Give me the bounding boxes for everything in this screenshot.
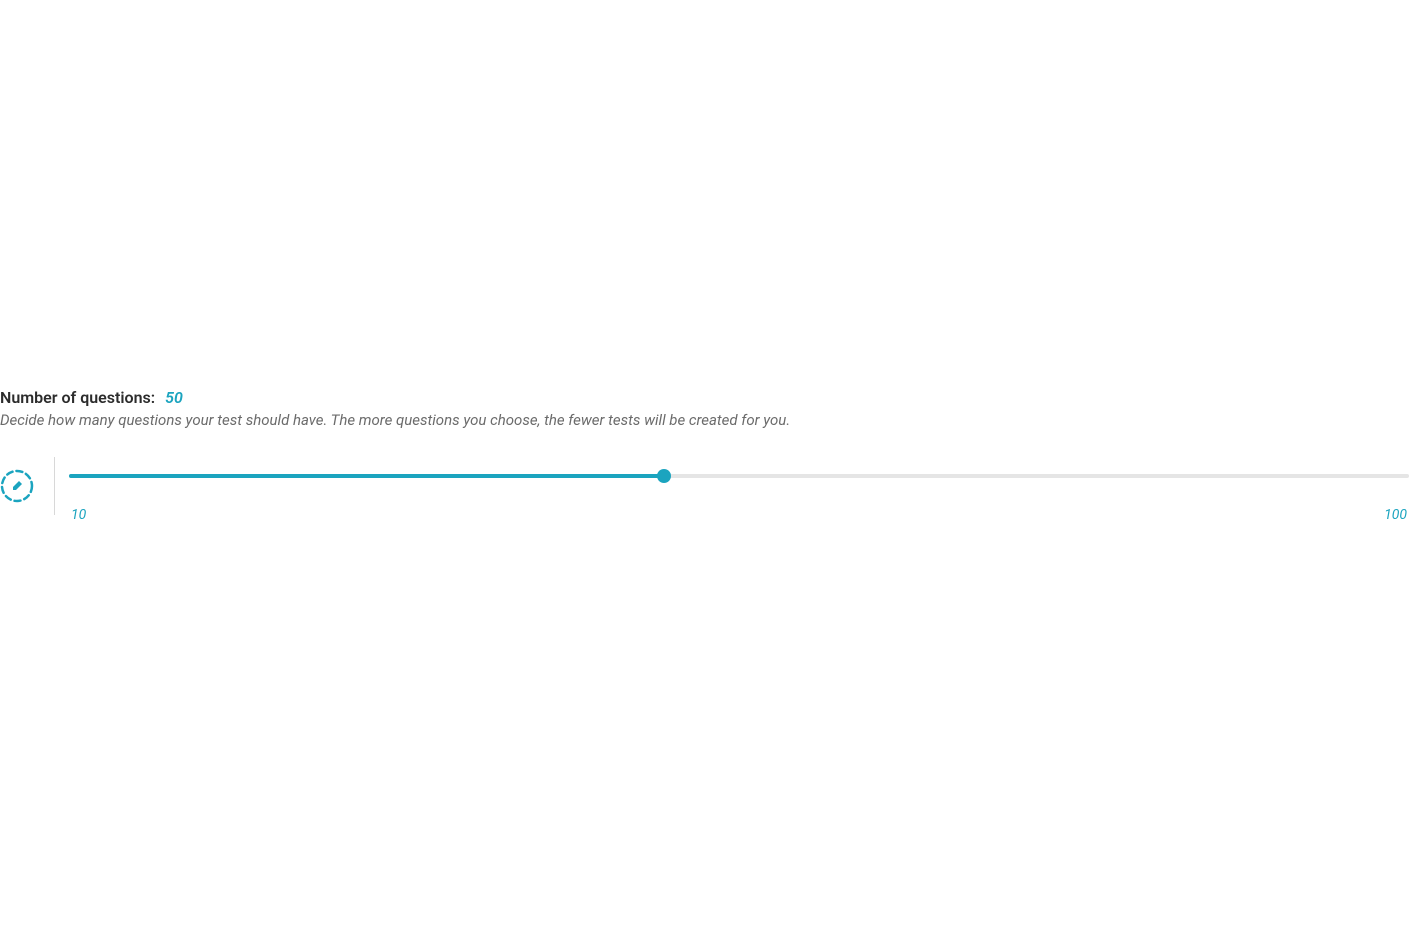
slider-section: 10 100 bbox=[0, 457, 1409, 523]
questions-slider[interactable] bbox=[69, 469, 1409, 483]
vertical-divider bbox=[54, 457, 55, 515]
slider-thumb[interactable] bbox=[657, 469, 671, 483]
questions-label: Number of questions: bbox=[0, 388, 155, 407]
edit-dashed-circle-icon bbox=[0, 469, 34, 503]
slider-track-fill bbox=[69, 474, 664, 478]
slider-area: 10 100 bbox=[69, 457, 1409, 523]
slider-min-label: 10 bbox=[71, 507, 86, 523]
questions-value: 50 bbox=[165, 388, 183, 407]
questions-description: Decide how many questions your test shou… bbox=[0, 411, 1409, 429]
slider-max-label: 100 bbox=[1384, 507, 1407, 523]
questions-header: Number of questions: 50 bbox=[0, 388, 1409, 407]
slider-range-labels: 10 100 bbox=[69, 507, 1409, 523]
